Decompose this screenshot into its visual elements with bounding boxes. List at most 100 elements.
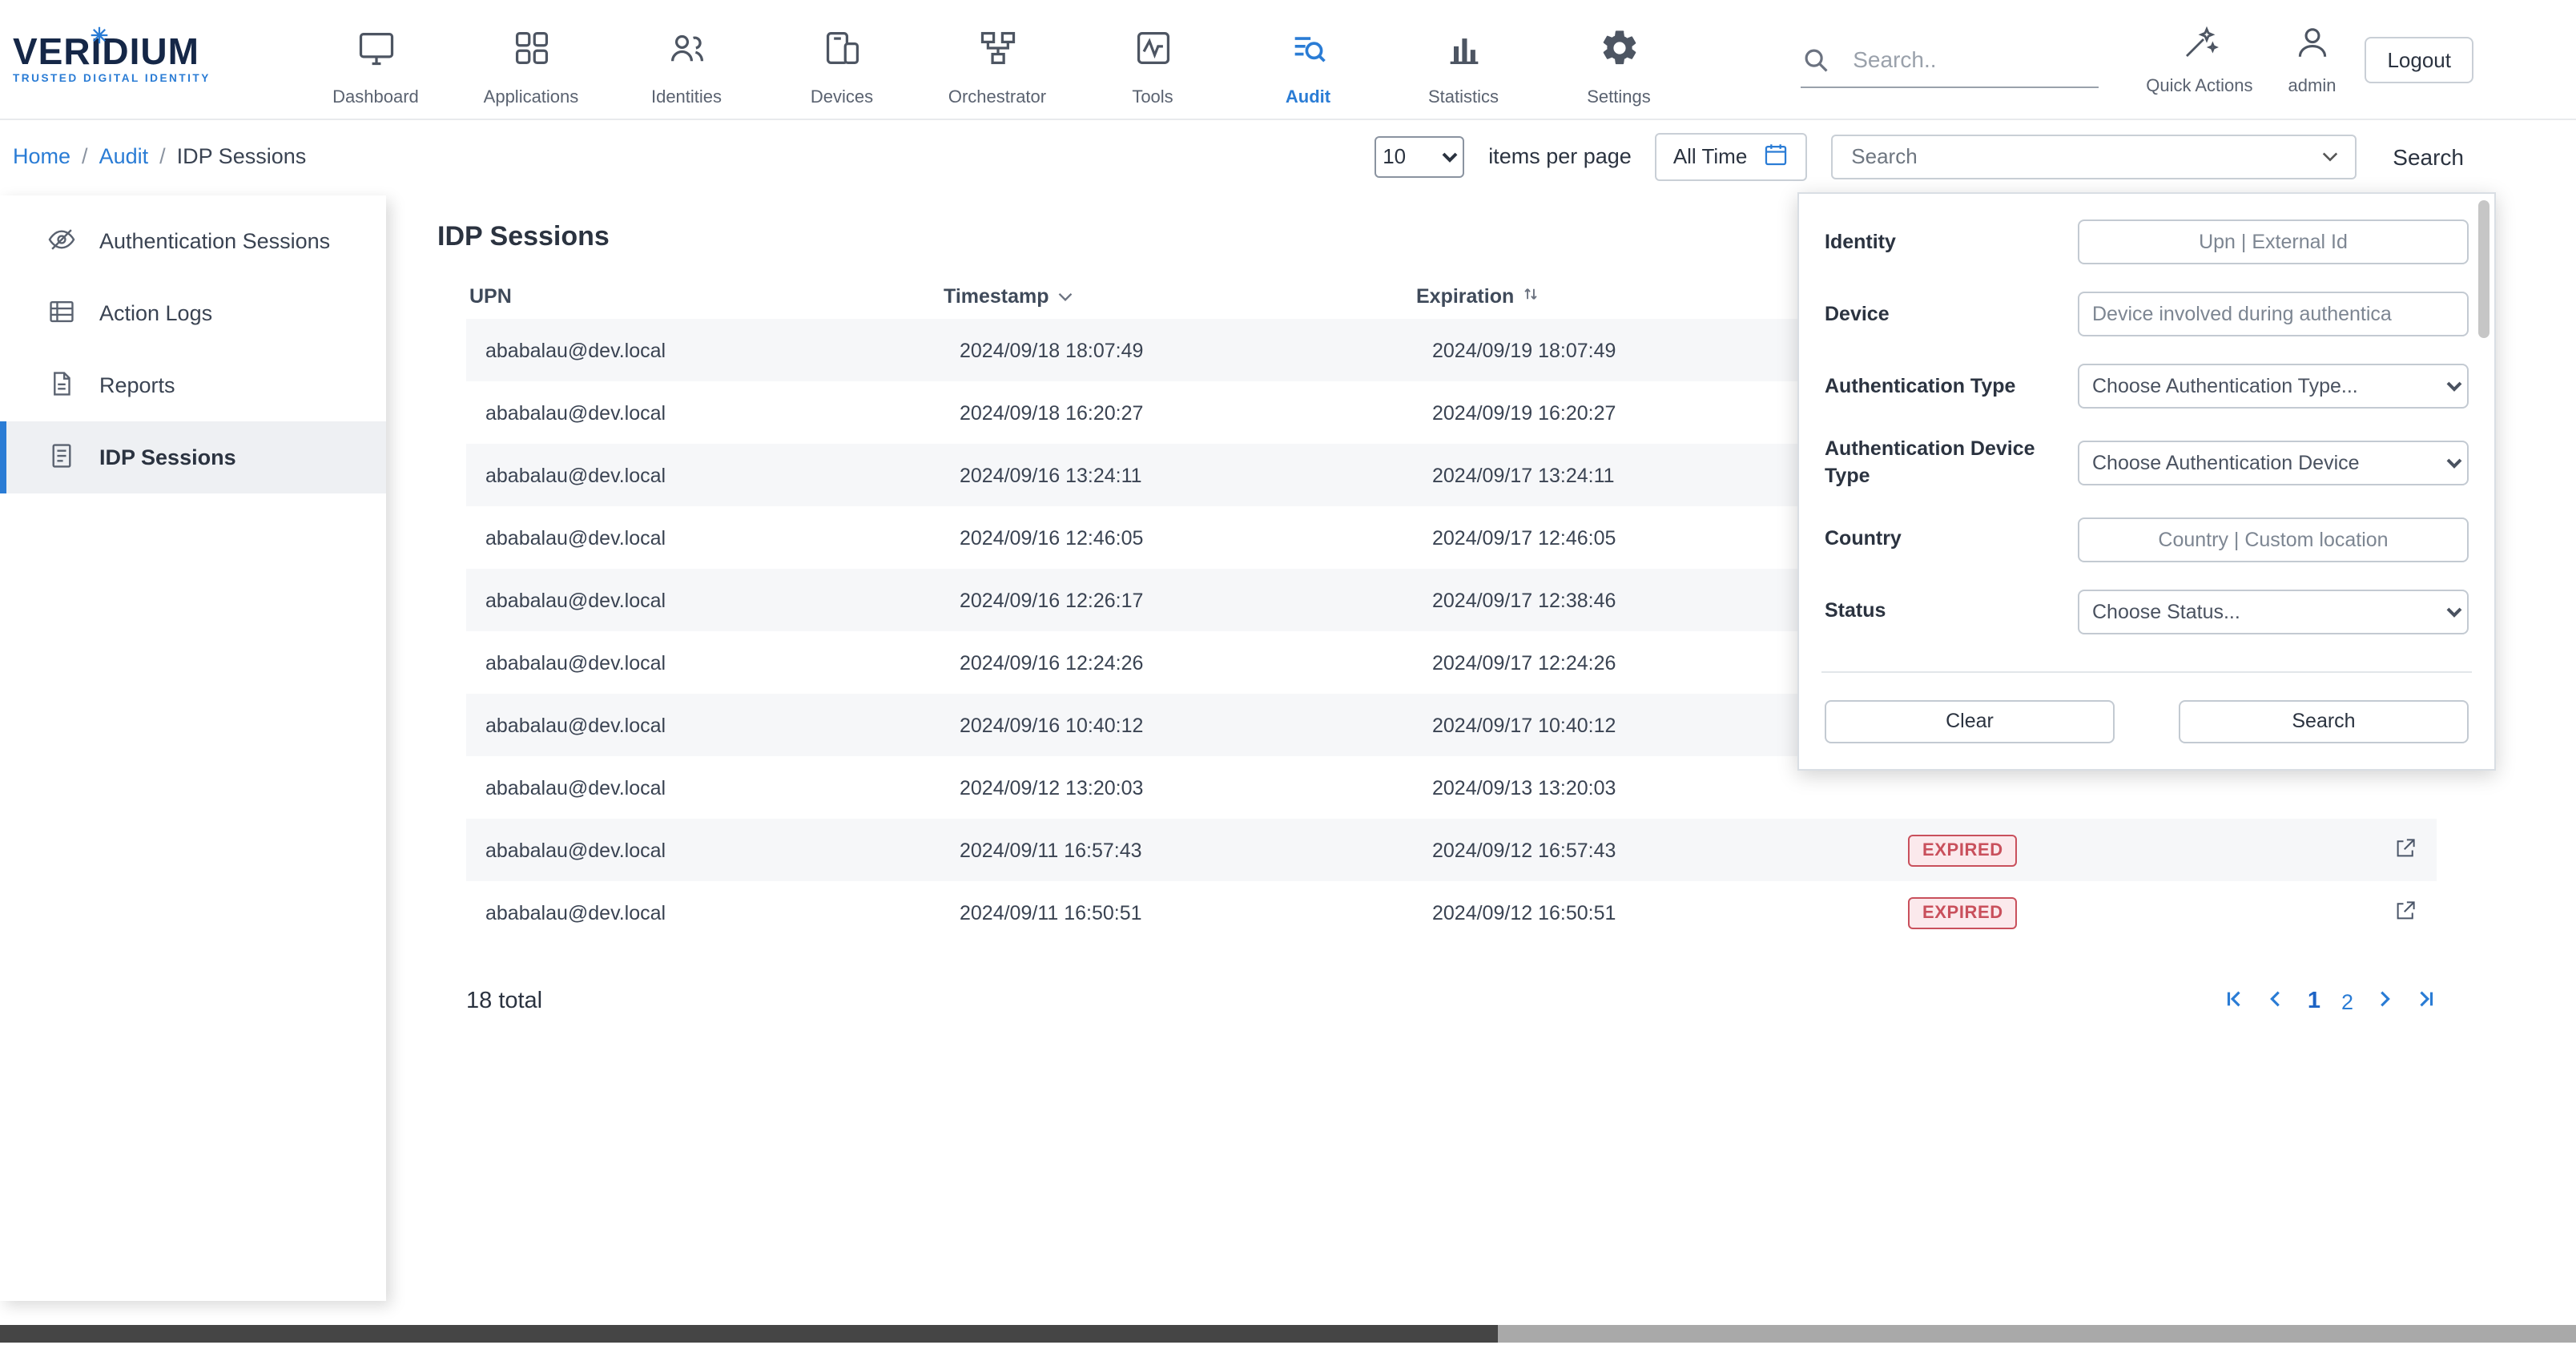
first-page-icon xyxy=(2224,989,2245,1014)
cell-upn: ababalau@dev.local xyxy=(466,881,940,944)
filter-panel: Identity Device Authentication Type Choo… xyxy=(1797,192,2496,771)
open-session-button[interactable] xyxy=(2390,832,2421,868)
nav-label: Audit xyxy=(1286,87,1330,107)
nav-item-identities[interactable]: Identities xyxy=(609,12,764,107)
brand-logo[interactable]: VERIDIUM TRUSTED DIGITAL IDENTITY xyxy=(13,34,266,85)
nav-item-orchestrator[interactable]: Orchestrator xyxy=(920,12,1075,107)
tools-icon xyxy=(1132,26,1173,76)
breadcrumb-audit[interactable]: Audit xyxy=(99,144,149,168)
nav-item-devices[interactable]: Devices xyxy=(764,12,920,107)
cell-upn: ababalau@dev.local xyxy=(466,631,940,694)
cell-upn: ababalau@dev.local xyxy=(466,569,940,631)
sidebar-item-action-logs[interactable]: Action Logs xyxy=(0,277,386,349)
time-range-button[interactable]: All Time xyxy=(1656,132,1806,180)
device-filter-input[interactable] xyxy=(2078,292,2469,336)
cell-upn: ababalau@dev.local xyxy=(466,319,940,381)
horizontal-scrollbar-thumb[interactable] xyxy=(0,1325,1498,1343)
external-link-icon xyxy=(2393,903,2417,927)
cell-upn: ababalau@dev.local xyxy=(466,381,940,444)
identity-filter-input[interactable] xyxy=(2078,219,2469,264)
items-per-page-select[interactable]: 10 xyxy=(1375,135,1464,177)
filter-divider xyxy=(1821,671,2472,673)
status-filter-select[interactable]: Choose Status... xyxy=(2078,590,2469,634)
nav-item-audit[interactable]: Audit xyxy=(1230,12,1386,107)
nav-item-applications[interactable]: Applications xyxy=(453,12,609,107)
devices-icon xyxy=(821,26,863,76)
sidebar-item-authentication-sessions[interactable]: Authentication Sessions xyxy=(0,205,386,277)
cell-expiration: 2024/09/12 16:50:51 xyxy=(1413,881,1889,944)
filter-label-authentication-device-type: Authentication Device Type xyxy=(1825,436,2078,490)
filter-label-device: Device xyxy=(1825,300,2078,328)
logout-button[interactable]: Logout xyxy=(2365,36,2473,83)
authentication-device-type-select[interactable]: Choose Authentication Device xyxy=(2078,441,2469,485)
cell-timestamp: 2024/09/16 13:24:11 xyxy=(940,444,1413,506)
user-icon xyxy=(2292,22,2332,70)
status-badge-expired: EXPIRED xyxy=(1908,896,2018,928)
sort-desc-icon xyxy=(1057,285,1073,308)
nav-label: Identities xyxy=(651,87,722,107)
column-header-timestamp[interactable]: Timestamp xyxy=(940,274,1413,319)
cell-timestamp: 2024/09/18 18:07:49 xyxy=(940,319,1413,381)
filter-clear-button[interactable]: Clear xyxy=(1825,700,2115,743)
nav-item-settings[interactable]: Settings xyxy=(1541,12,1697,107)
eye-off-icon xyxy=(46,223,77,259)
breadcrumb-separator: / xyxy=(82,144,88,168)
workflow-icon xyxy=(976,26,1018,76)
filter-search-button[interactable]: Search xyxy=(2179,700,2469,743)
document-icon xyxy=(46,440,77,475)
horizontal-scrollbar-track[interactable] xyxy=(0,1325,2576,1343)
cell-status: EXPIRED xyxy=(1889,819,2371,881)
open-session-button[interactable] xyxy=(2390,895,2421,930)
cell-timestamp: 2024/09/18 16:20:27 xyxy=(940,381,1413,444)
app-window: VERIDIUM TRUSTED DIGITAL IDENTITY Dashbo… xyxy=(0,0,2576,1357)
breadcrumb: Home / Audit / IDP Sessions xyxy=(13,144,306,168)
nav-item-statistics[interactable]: Statistics xyxy=(1386,12,1541,107)
previous-page-button[interactable] xyxy=(2266,989,2287,1014)
sidebar-item-label: IDP Sessions xyxy=(99,445,236,469)
sidebar-item-label: Authentication Sessions xyxy=(99,229,330,253)
chevron-down-icon[interactable] xyxy=(2320,142,2338,171)
nav-label: Settings xyxy=(1587,87,1651,107)
nav-item-tools[interactable]: Tools xyxy=(1075,12,1230,107)
toolbar-search-button[interactable]: Search xyxy=(2380,137,2477,175)
global-search-input[interactable] xyxy=(1849,45,2098,74)
cell-timestamp: 2024/09/16 10:40:12 xyxy=(940,694,1413,756)
breadcrumb-home[interactable]: Home xyxy=(13,144,70,168)
first-page-button[interactable] xyxy=(2224,989,2245,1014)
authentication-type-select[interactable]: Choose Authentication Type... xyxy=(2078,364,2469,409)
sidebar-item-idp-sessions[interactable]: IDP Sessions xyxy=(0,421,386,493)
cell-expiration: 2024/09/12 16:57:43 xyxy=(1413,819,1889,881)
cell-upn: ababalau@dev.local xyxy=(466,506,940,569)
table-toolbar: 10 items per page All Time Search xyxy=(1375,132,2477,180)
filter-label-identity: Identity xyxy=(1825,228,2078,256)
page-number-2[interactable]: 2 xyxy=(2341,989,2353,1013)
starburst-icon xyxy=(90,24,109,43)
cell-upn: ababalau@dev.local xyxy=(466,444,940,506)
filter-label-authentication-type: Authentication Type xyxy=(1825,372,2078,400)
user-menu[interactable]: admin xyxy=(2288,22,2337,96)
nav-label: Statistics xyxy=(1428,87,1499,107)
panel-vertical-scrollbar[interactable] xyxy=(2478,200,2489,338)
pagination: 1 2 xyxy=(2224,989,2437,1014)
cell-upn: ababalau@dev.local xyxy=(466,694,940,756)
grid-icon xyxy=(510,26,552,76)
page-number-1[interactable]: 1 xyxy=(2308,989,2320,1014)
cell-timestamp: 2024/09/16 12:26:17 xyxy=(940,569,1413,631)
monitor-icon xyxy=(355,26,396,76)
sidebar-item-reports[interactable]: Reports xyxy=(0,349,386,421)
table-search-combobox[interactable] xyxy=(1830,134,2356,179)
last-page-button[interactable] xyxy=(2416,989,2437,1014)
status-badge-expired: EXPIRED xyxy=(1908,834,2018,866)
items-per-page-label: items per page xyxy=(1488,144,1632,168)
country-filter-input[interactable] xyxy=(2078,517,2469,562)
table-row: ababalau@dev.local 2024/09/11 16:57:43 2… xyxy=(466,819,2437,881)
next-page-button[interactable] xyxy=(2374,989,2395,1014)
list-icon xyxy=(46,296,77,331)
nav-item-dashboard[interactable]: Dashboard xyxy=(298,12,453,107)
table-search-input[interactable] xyxy=(1848,143,2320,170)
column-header-upn[interactable]: UPN xyxy=(466,274,940,319)
filter-label-country: Country xyxy=(1825,526,2078,554)
report-icon xyxy=(46,368,77,403)
cell-timestamp: 2024/09/16 12:24:26 xyxy=(940,631,1413,694)
quick-actions-button[interactable]: Quick Actions xyxy=(2146,23,2252,95)
